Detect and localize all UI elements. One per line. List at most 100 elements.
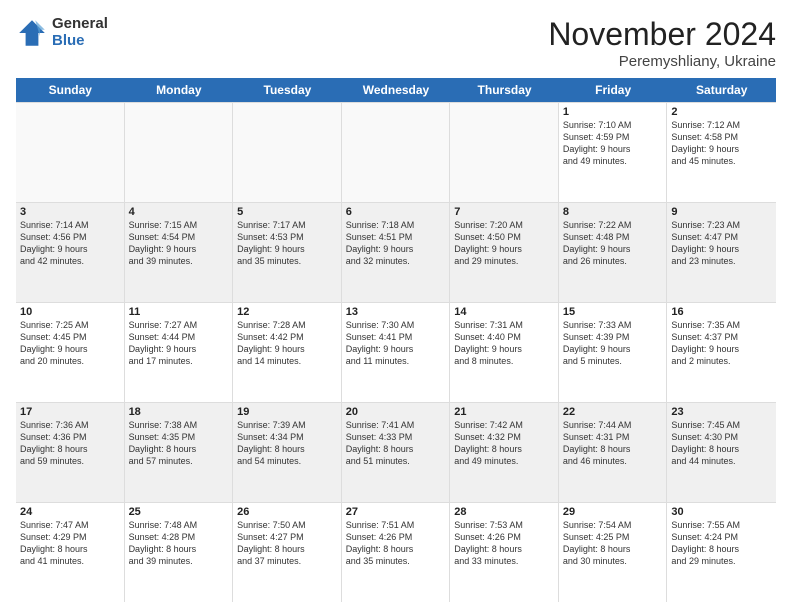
day-cell-3: 3Sunrise: 7:14 AMSunset: 4:56 PMDaylight…	[16, 203, 125, 302]
title-block: November 2024 Peremyshliany, Ukraine	[548, 16, 776, 70]
day-info-2: Sunrise: 7:12 AMSunset: 4:58 PMDaylight:…	[671, 119, 772, 168]
day-number-16: 16	[671, 306, 772, 318]
day-cell-19: 19Sunrise: 7:39 AMSunset: 4:34 PMDayligh…	[233, 403, 342, 502]
header-day-wednesday: Wednesday	[342, 78, 451, 102]
day-number-24: 24	[20, 506, 120, 518]
day-number-22: 22	[563, 406, 663, 418]
day-cell-17: 17Sunrise: 7:36 AMSunset: 4:36 PMDayligh…	[16, 403, 125, 502]
day-cell-18: 18Sunrise: 7:38 AMSunset: 4:35 PMDayligh…	[125, 403, 234, 502]
day-number-29: 29	[563, 506, 663, 518]
day-number-7: 7	[454, 206, 554, 218]
day-info-22: Sunrise: 7:44 AMSunset: 4:31 PMDaylight:…	[563, 419, 663, 468]
day-info-16: Sunrise: 7:35 AMSunset: 4:37 PMDaylight:…	[671, 319, 772, 368]
day-info-18: Sunrise: 7:38 AMSunset: 4:35 PMDaylight:…	[129, 419, 229, 468]
header-day-friday: Friday	[559, 78, 668, 102]
day-number-26: 26	[237, 506, 337, 518]
header-day-saturday: Saturday	[667, 78, 776, 102]
empty-cell-0-2	[233, 103, 342, 202]
empty-cell-0-4	[450, 103, 559, 202]
day-info-8: Sunrise: 7:22 AMSunset: 4:48 PMDaylight:…	[563, 219, 663, 268]
calendar-row-3: 17Sunrise: 7:36 AMSunset: 4:36 PMDayligh…	[16, 403, 776, 503]
month-title: November 2024	[548, 16, 776, 53]
day-cell-28: 28Sunrise: 7:53 AMSunset: 4:26 PMDayligh…	[450, 503, 559, 602]
day-number-5: 5	[237, 206, 337, 218]
day-number-6: 6	[346, 206, 446, 218]
day-info-11: Sunrise: 7:27 AMSunset: 4:44 PMDaylight:…	[129, 319, 229, 368]
day-number-3: 3	[20, 206, 120, 218]
day-cell-10: 10Sunrise: 7:25 AMSunset: 4:45 PMDayligh…	[16, 303, 125, 402]
day-number-28: 28	[454, 506, 554, 518]
day-cell-29: 29Sunrise: 7:54 AMSunset: 4:25 PMDayligh…	[559, 503, 668, 602]
day-cell-5: 5Sunrise: 7:17 AMSunset: 4:53 PMDaylight…	[233, 203, 342, 302]
page: General Blue November 2024 Peremyshliany…	[0, 0, 792, 612]
day-cell-13: 13Sunrise: 7:30 AMSunset: 4:41 PMDayligh…	[342, 303, 451, 402]
day-cell-24: 24Sunrise: 7:47 AMSunset: 4:29 PMDayligh…	[16, 503, 125, 602]
day-cell-8: 8Sunrise: 7:22 AMSunset: 4:48 PMDaylight…	[559, 203, 668, 302]
day-info-28: Sunrise: 7:53 AMSunset: 4:26 PMDaylight:…	[454, 519, 554, 568]
day-info-9: Sunrise: 7:23 AMSunset: 4:47 PMDaylight:…	[671, 219, 772, 268]
calendar: SundayMondayTuesdayWednesdayThursdayFrid…	[16, 78, 776, 602]
day-number-10: 10	[20, 306, 120, 318]
day-number-9: 9	[671, 206, 772, 218]
calendar-body: 1Sunrise: 7:10 AMSunset: 4:59 PMDaylight…	[16, 102, 776, 602]
day-info-30: Sunrise: 7:55 AMSunset: 4:24 PMDaylight:…	[671, 519, 772, 568]
day-info-6: Sunrise: 7:18 AMSunset: 4:51 PMDaylight:…	[346, 219, 446, 268]
day-info-3: Sunrise: 7:14 AMSunset: 4:56 PMDaylight:…	[20, 219, 120, 268]
calendar-row-0: 1Sunrise: 7:10 AMSunset: 4:59 PMDaylight…	[16, 103, 776, 203]
day-number-25: 25	[129, 506, 229, 518]
calendar-row-1: 3Sunrise: 7:14 AMSunset: 4:56 PMDaylight…	[16, 203, 776, 303]
day-cell-26: 26Sunrise: 7:50 AMSunset: 4:27 PMDayligh…	[233, 503, 342, 602]
day-cell-7: 7Sunrise: 7:20 AMSunset: 4:50 PMDaylight…	[450, 203, 559, 302]
day-number-20: 20	[346, 406, 446, 418]
day-cell-22: 22Sunrise: 7:44 AMSunset: 4:31 PMDayligh…	[559, 403, 668, 502]
day-number-12: 12	[237, 306, 337, 318]
day-info-27: Sunrise: 7:51 AMSunset: 4:26 PMDaylight:…	[346, 519, 446, 568]
day-cell-20: 20Sunrise: 7:41 AMSunset: 4:33 PMDayligh…	[342, 403, 451, 502]
day-cell-16: 16Sunrise: 7:35 AMSunset: 4:37 PMDayligh…	[667, 303, 776, 402]
day-cell-27: 27Sunrise: 7:51 AMSunset: 4:26 PMDayligh…	[342, 503, 451, 602]
day-cell-4: 4Sunrise: 7:15 AMSunset: 4:54 PMDaylight…	[125, 203, 234, 302]
day-cell-25: 25Sunrise: 7:48 AMSunset: 4:28 PMDayligh…	[125, 503, 234, 602]
day-info-1: Sunrise: 7:10 AMSunset: 4:59 PMDaylight:…	[563, 119, 663, 168]
day-info-15: Sunrise: 7:33 AMSunset: 4:39 PMDaylight:…	[563, 319, 663, 368]
day-number-11: 11	[129, 306, 229, 318]
header-day-tuesday: Tuesday	[233, 78, 342, 102]
day-cell-30: 30Sunrise: 7:55 AMSunset: 4:24 PMDayligh…	[667, 503, 776, 602]
day-cell-15: 15Sunrise: 7:33 AMSunset: 4:39 PMDayligh…	[559, 303, 668, 402]
day-info-24: Sunrise: 7:47 AMSunset: 4:29 PMDaylight:…	[20, 519, 120, 568]
day-info-10: Sunrise: 7:25 AMSunset: 4:45 PMDaylight:…	[20, 319, 120, 368]
day-cell-23: 23Sunrise: 7:45 AMSunset: 4:30 PMDayligh…	[667, 403, 776, 502]
day-cell-6: 6Sunrise: 7:18 AMSunset: 4:51 PMDaylight…	[342, 203, 451, 302]
header: General Blue November 2024 Peremyshliany…	[16, 16, 776, 70]
empty-cell-0-3	[342, 103, 451, 202]
day-cell-2: 2Sunrise: 7:12 AMSunset: 4:58 PMDaylight…	[667, 103, 776, 202]
day-info-23: Sunrise: 7:45 AMSunset: 4:30 PMDaylight:…	[671, 419, 772, 468]
day-info-26: Sunrise: 7:50 AMSunset: 4:27 PMDaylight:…	[237, 519, 337, 568]
header-day-monday: Monday	[125, 78, 234, 102]
day-info-14: Sunrise: 7:31 AMSunset: 4:40 PMDaylight:…	[454, 319, 554, 368]
logo-icon	[16, 17, 48, 49]
day-number-21: 21	[454, 406, 554, 418]
header-day-thursday: Thursday	[450, 78, 559, 102]
day-number-1: 1	[563, 106, 663, 118]
day-info-21: Sunrise: 7:42 AMSunset: 4:32 PMDaylight:…	[454, 419, 554, 468]
day-info-4: Sunrise: 7:15 AMSunset: 4:54 PMDaylight:…	[129, 219, 229, 268]
logo-text: General Blue	[52, 16, 108, 49]
day-number-2: 2	[671, 106, 772, 118]
day-number-18: 18	[129, 406, 229, 418]
day-info-19: Sunrise: 7:39 AMSunset: 4:34 PMDaylight:…	[237, 419, 337, 468]
calendar-header: SundayMondayTuesdayWednesdayThursdayFrid…	[16, 78, 776, 102]
day-info-12: Sunrise: 7:28 AMSunset: 4:42 PMDaylight:…	[237, 319, 337, 368]
logo-blue: Blue	[52, 33, 108, 50]
header-day-sunday: Sunday	[16, 78, 125, 102]
day-cell-21: 21Sunrise: 7:42 AMSunset: 4:32 PMDayligh…	[450, 403, 559, 502]
day-number-17: 17	[20, 406, 120, 418]
day-cell-11: 11Sunrise: 7:27 AMSunset: 4:44 PMDayligh…	[125, 303, 234, 402]
day-info-25: Sunrise: 7:48 AMSunset: 4:28 PMDaylight:…	[129, 519, 229, 568]
empty-cell-0-0	[16, 103, 125, 202]
empty-cell-0-1	[125, 103, 234, 202]
day-number-30: 30	[671, 506, 772, 518]
day-info-7: Sunrise: 7:20 AMSunset: 4:50 PMDaylight:…	[454, 219, 554, 268]
calendar-row-2: 10Sunrise: 7:25 AMSunset: 4:45 PMDayligh…	[16, 303, 776, 403]
day-number-13: 13	[346, 306, 446, 318]
